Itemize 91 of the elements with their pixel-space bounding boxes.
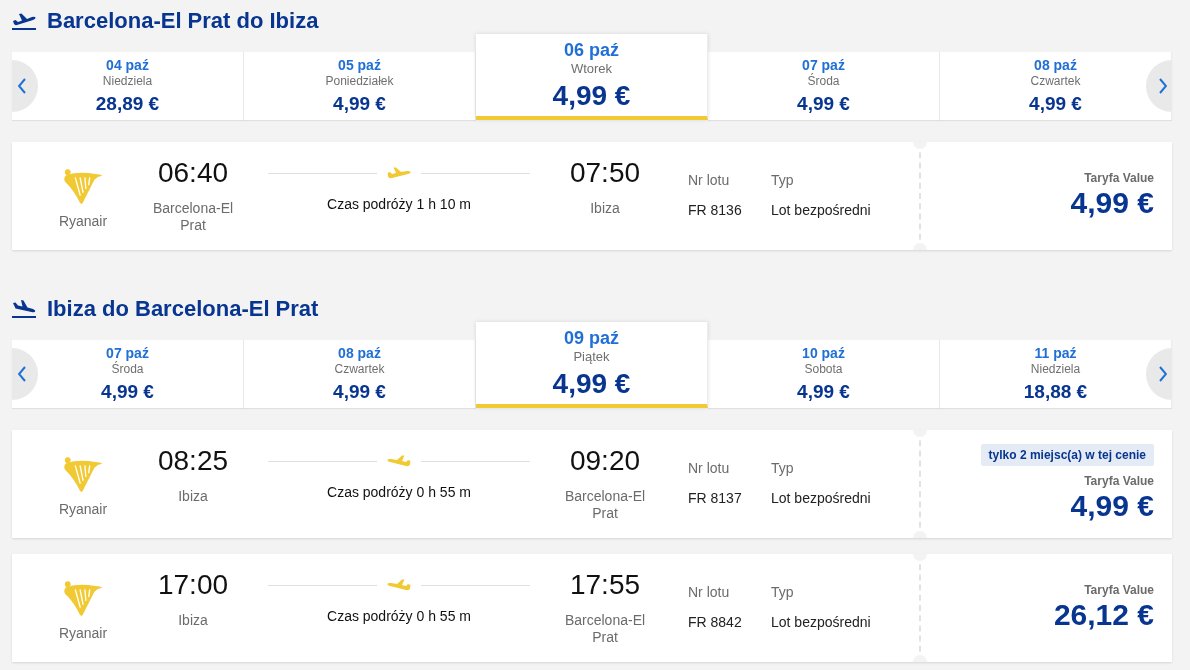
tab-date: 11 paź [1034,344,1077,362]
flight-type: Lot bezpośredni [771,202,872,219]
flight-number-label: Nr lotu [688,172,731,189]
plane-icon [387,455,411,467]
route-title: Barcelona-El Prat do Ibiza [47,8,319,34]
tab-price: 4,99 € [333,380,386,404]
chevron-right-icon [1159,366,1167,382]
tab-weekday: Piątek [573,349,610,365]
departure-city: Ibiza [178,612,208,629]
tab-date: 09 paź [564,327,619,349]
tab-price: 4,99 € [333,92,386,116]
date-tab[interactable]: 05 paź Poniedziałek 4,99 € [244,52,476,120]
travel-duration: Czas podróży 1 h 10 m [327,196,471,213]
departure-city: Ibiza [178,488,208,505]
route-title: Ibiza do Barcelona-El Prat [47,296,319,322]
flight-type: Lot bezpośredni [771,490,872,507]
date-tab[interactable]: 04 paź Niedziela 28,89 € [12,52,244,120]
tab-date: 07 paź [106,344,149,361]
flight-number: FR 8137 [688,490,743,507]
tab-date: 06 paź [564,39,619,61]
tab-weekday: Sobota [804,362,843,376]
tab-date: 08 paź [1034,56,1077,74]
date-tab[interactable]: 07 paź Środa 4,99 € [708,52,940,120]
tab-weekday: Środa [807,74,840,88]
date-tab[interactable]: 06 paź Wtorek 4,99 € [476,34,708,120]
arrival-time: 09:20 [569,444,641,478]
tab-date: 08 paź [338,344,381,362]
arrival-city: Ibiza [590,200,620,217]
arrival-time: 07:50 [569,156,641,190]
flight-type-label: Typ [771,584,795,601]
tab-weekday: Niedziela [102,74,153,88]
tab-price: 28,89 € [95,92,160,116]
fare-name: Taryfa Value [1084,171,1154,185]
tab-price: 4,99 € [552,367,631,401]
tab-price: 18,88 € [1023,380,1088,404]
tab-date: 04 paź [106,56,149,74]
fare-price[interactable]: 4,99 € [1070,186,1154,220]
date-tab[interactable]: 08 paź Czwartek 4,99 € [244,340,476,408]
departure-city: Barcelona-El Prat [151,200,235,234]
tab-price: 4,99 € [797,380,850,404]
fare-price[interactable]: 4,99 € [1070,489,1154,523]
tab-weekday: Czwartek [334,362,385,376]
date-tab[interactable]: 08 paź Czwartek 4,99 € [940,52,1172,120]
chevron-left-icon [18,366,26,382]
chevron-right-icon [1159,78,1167,94]
tab-price: 4,99 € [101,380,154,404]
tab-date: 10 paź [802,344,845,362]
date-tab[interactable]: 11 paź Niedziela 18,88 € [940,340,1172,408]
flight-type-label: Typ [771,172,795,189]
tab-weekday: Poniedziałek [325,74,394,88]
harp-logo-icon [63,168,103,205]
departure-time: 08:25 [157,444,229,478]
departure-time: 17:00 [157,568,229,602]
fare-name: Taryfa Value [1084,474,1154,488]
takeoff-plane-icon [12,11,36,31]
landing-plane-icon [12,299,36,319]
tab-date: 07 paź [802,56,845,73]
plane-icon [387,579,411,591]
seats-left-badge: tylko 2 miejsc(a) w tej cenie [980,444,1154,466]
departure-time: 06:40 [157,156,229,190]
airline-name: Ryanair [58,501,108,518]
flight-number: FR 8842 [688,614,743,631]
flight-number-label: Nr lotu [688,460,731,477]
harp-logo-icon [63,456,103,493]
travel-duration: Czas podróży 0 h 55 m [327,484,471,501]
date-tab[interactable]: 09 paź Piątek 4,99 € [476,322,708,408]
tab-weekday: Wtorek [570,61,613,77]
airline-name: Ryanair [58,213,108,230]
chevron-left-icon [18,78,26,94]
tab-price: 4,99 € [797,92,850,116]
date-tab[interactable]: 10 paź Sobota 4,99 € [708,340,940,408]
tab-date: 05 paź [338,56,381,74]
arrival-time: 17:55 [569,568,641,602]
plane-icon [387,167,411,179]
flight-number: FR 8136 [688,202,743,219]
date-tab[interactable]: 07 paź Środa 4,99 € [12,340,244,408]
tab-weekday: Czwartek [1030,74,1081,88]
airline-name: Ryanair [58,625,108,642]
fare-price[interactable]: 26,12 € [1053,598,1154,632]
tab-price: 4,99 € [552,79,631,113]
flight-number-label: Nr lotu [688,584,731,601]
harp-logo-icon [63,580,103,617]
tab-weekday: Niedziela [1030,362,1081,376]
fare-name: Taryfa Value [1084,583,1154,597]
arrival-city: Barcelona-El Prat [563,488,647,522]
flight-type-label: Typ [771,460,795,477]
flight-type: Lot bezpośredni [771,614,872,631]
travel-duration: Czas podróży 0 h 55 m [327,608,471,625]
tab-price: 4,99 € [1029,92,1082,116]
tab-weekday: Środa [111,362,144,376]
arrival-city: Barcelona-El Prat [563,612,647,646]
